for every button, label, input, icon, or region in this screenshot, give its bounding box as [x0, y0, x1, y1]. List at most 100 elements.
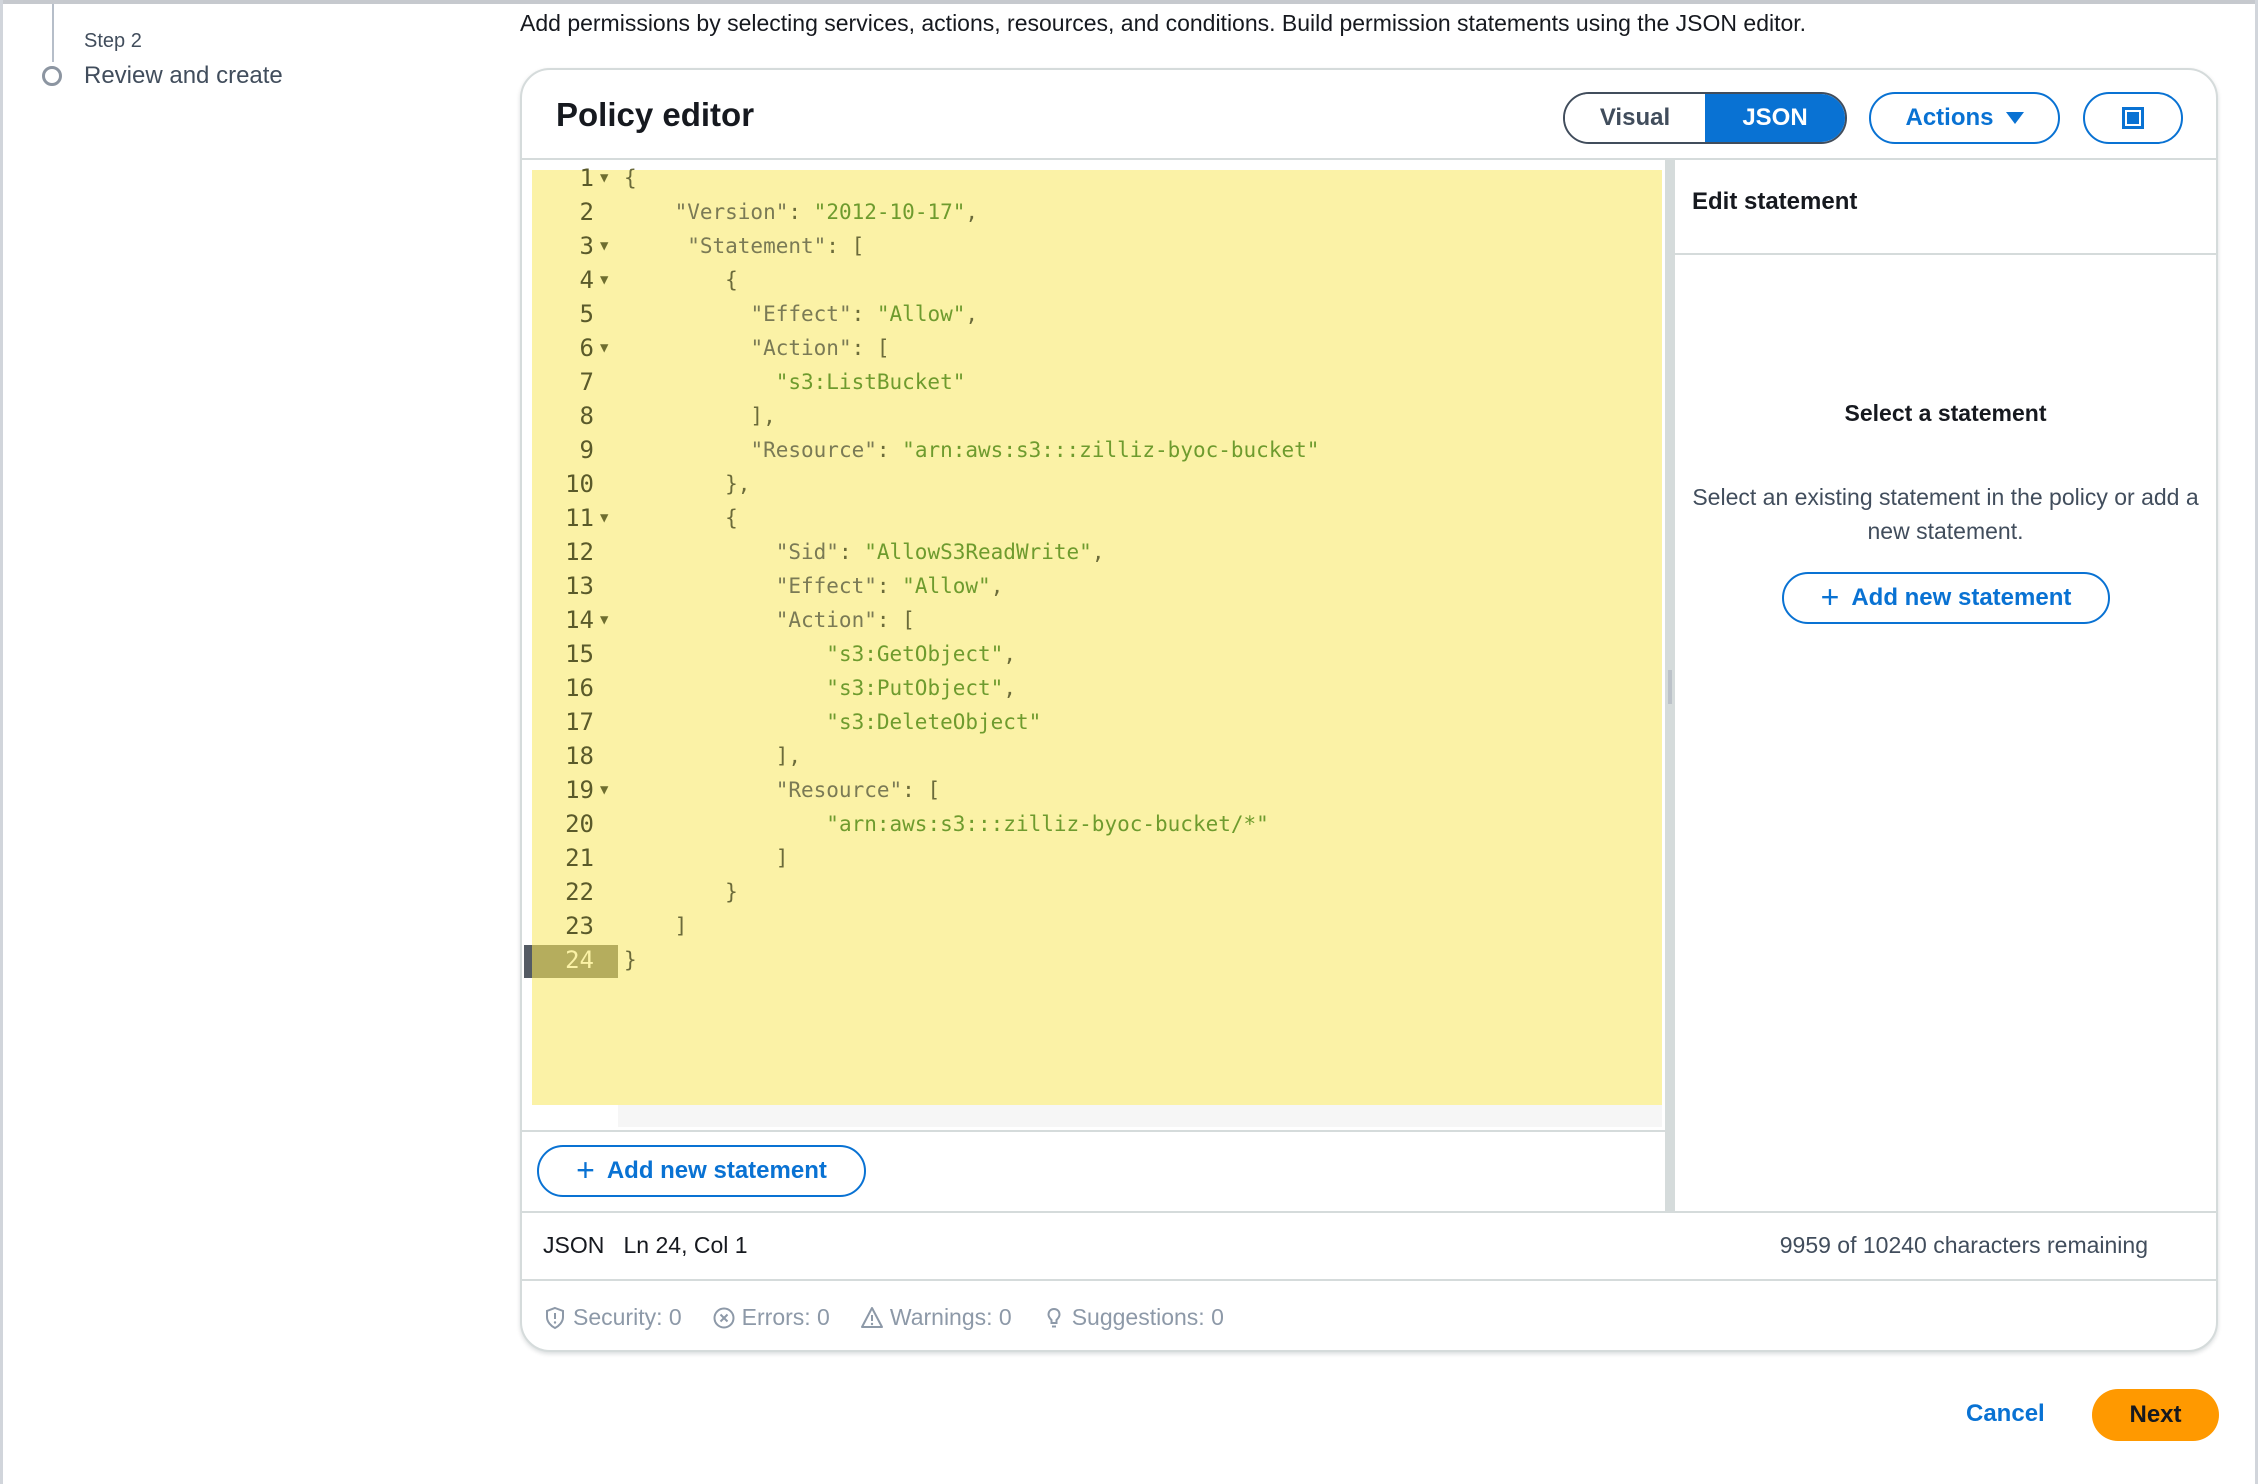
- window-left-border: [0, 0, 3, 1484]
- line-number: 14: [565, 606, 594, 634]
- language-indicator: JSON: [543, 1232, 605, 1258]
- line-number: 23: [565, 912, 594, 940]
- diagnostic-warnings-label: Warnings: 0: [889, 1304, 1012, 1330]
- status-bar-divider: [522, 1211, 2218, 1213]
- line-number: 15: [565, 640, 594, 668]
- code-line[interactable]: 11 ▼ {: [532, 501, 1662, 535]
- diagnostic-security[interactable]: Security: 0: [543, 1304, 682, 1331]
- next-button[interactable]: Next: [2092, 1389, 2219, 1441]
- caret-down-icon: [2005, 112, 2024, 124]
- code-line[interactable]: 3 ▼ "Statement": [: [532, 229, 1662, 263]
- code-line[interactable]: 22 }: [532, 875, 1662, 909]
- code-line[interactable]: 19 ▼ "Resource": [: [532, 773, 1662, 807]
- step-review-and-create[interactable]: Review and create: [84, 62, 283, 90]
- code-line[interactable]: 23 ]: [532, 909, 1662, 943]
- diagnostic-suggestions[interactable]: Suggestions: 0: [1042, 1304, 1224, 1331]
- diagnostic-errors[interactable]: Errors: 0: [712, 1304, 830, 1331]
- code-line[interactable]: 7 "s3:ListBucket": [532, 365, 1662, 399]
- code-line[interactable]: 9 "Resource": "arn:aws:s3:::zilliz-byoc-…: [532, 433, 1662, 467]
- shield-icon: [546, 1306, 564, 1329]
- code-line[interactable]: 15 "s3:GetObject",: [532, 637, 1662, 671]
- editor-status: JSON Ln 24, Col 1: [543, 1232, 748, 1259]
- code-text: }: [624, 880, 738, 904]
- mode-visual-button[interactable]: Visual: [1565, 94, 1705, 142]
- line-number: 7: [579, 368, 594, 396]
- code-text: "Resource": "arn:aws:s3:::zilliz-byoc-bu…: [750, 438, 1320, 462]
- warning-icon: [860, 1306, 883, 1328]
- editor-mode-toggle: Visual JSON: [1563, 92, 1847, 144]
- line-number: 19: [565, 776, 594, 804]
- line-number: 11: [565, 504, 594, 532]
- code-text: "s3:DeleteObject": [826, 710, 1042, 734]
- code-line[interactable]: 21 ]: [532, 841, 1662, 875]
- cursor-position: Ln 24, Col 1: [623, 1232, 748, 1258]
- code-line[interactable]: 1 ▼ {: [532, 161, 1662, 195]
- window-top-border: [0, 0, 2258, 4]
- diagnostics-bar: Security: 0 Errors: 0 Warnings: 0 Sugges…: [543, 1304, 1224, 1331]
- code-line[interactable]: 10 },: [532, 467, 1662, 501]
- code-line[interactable]: 13 "Effect": "Allow",: [532, 569, 1662, 603]
- fold-toggle-icon[interactable]: ▼: [600, 229, 608, 263]
- page-description: Add permissions by selecting services, a…: [520, 10, 1807, 36]
- code-text: "s3:GetObject",: [826, 642, 1016, 666]
- edit-statement-title: Edit statement: [1692, 188, 1858, 215]
- code-line[interactable]: 6 ▼ "Action": [: [532, 331, 1662, 365]
- line-number: 21: [565, 844, 594, 872]
- line-number: 12: [565, 538, 594, 566]
- diagnostic-errors-label: Errors: 0: [741, 1304, 830, 1330]
- code-line[interactable]: 18 ],: [532, 739, 1662, 773]
- mode-json-button[interactable]: JSON: [1705, 94, 1845, 142]
- code-text: "Action": [: [750, 336, 890, 360]
- code-text: {: [624, 268, 738, 292]
- fold-toggle-icon[interactable]: ▼: [600, 331, 608, 365]
- line-number: 1: [579, 164, 594, 192]
- diagnostic-warnings[interactable]: Warnings: 0: [860, 1304, 1012, 1331]
- code-line[interactable]: 14 ▼ "Action": [: [532, 603, 1662, 637]
- plus-icon: +: [1820, 578, 1840, 615]
- code-text: "s3:ListBucket": [775, 370, 966, 394]
- code-line[interactable]: 12 "Sid": "AllowS3ReadWrite",: [532, 535, 1662, 569]
- line-number: 8: [579, 402, 594, 430]
- code-text: {: [624, 166, 637, 190]
- add-new-statement-button[interactable]: + Add new statement: [537, 1145, 866, 1197]
- fold-toggle-icon[interactable]: ▼: [600, 603, 608, 637]
- line-number: 16: [565, 674, 594, 702]
- select-statement-description: Select an existing statement in the poli…: [1692, 484, 2199, 544]
- plus-icon: +: [576, 1151, 595, 1188]
- side-add-new-statement-button[interactable]: + Add new statement: [1782, 572, 2110, 624]
- code-line[interactable]: 2 "Version": "2012-10-17",: [532, 195, 1662, 229]
- line-number: 22: [565, 878, 594, 906]
- actions-label: Actions: [1905, 104, 1994, 131]
- code-text: "arn:aws:s3:::zilliz-byoc-bucket/*": [826, 812, 1269, 836]
- fold-toggle-icon[interactable]: ▼: [600, 773, 608, 807]
- fullscreen-button[interactable]: [2083, 92, 2183, 144]
- select-statement-heading: Select a statement: [1844, 400, 2047, 426]
- line-number: 9: [579, 436, 594, 464]
- code-text: "Resource": [: [775, 778, 941, 802]
- code-text: ]: [624, 914, 688, 938]
- side-panel-divider: [1675, 253, 2216, 255]
- code-line[interactable]: 16 "s3:PutObject",: [532, 671, 1662, 705]
- actions-dropdown-button[interactable]: Actions: [1869, 92, 2060, 144]
- resize-handle[interactable]: [1668, 670, 1672, 704]
- line-number: 17: [565, 708, 594, 736]
- cancel-button[interactable]: Cancel: [1966, 1400, 2045, 1428]
- fold-toggle-icon[interactable]: ▼: [600, 263, 608, 297]
- fold-toggle-icon[interactable]: ▼: [600, 501, 608, 535]
- lightbulb-icon: [1047, 1307, 1061, 1327]
- editor-bottom-padding: [618, 1105, 1662, 1127]
- code-line[interactable]: 5 "Effect": "Allow",: [532, 297, 1662, 331]
- code-line[interactable]: 4 ▼ {: [532, 263, 1662, 297]
- code-line[interactable]: 8 ],: [532, 399, 1662, 433]
- code-line[interactable]: 20 "arn:aws:s3:::zilliz-byoc-bucket/*": [532, 807, 1662, 841]
- add-statement-label: Add new statement: [606, 1157, 827, 1184]
- code-line[interactable]: 17 "s3:DeleteObject": [532, 705, 1662, 739]
- line-number: 10: [565, 470, 594, 498]
- code-text: }: [624, 948, 637, 972]
- step-status-circle-icon: [42, 66, 62, 86]
- code-text: "s3:PutObject",: [826, 676, 1016, 700]
- fold-toggle-icon[interactable]: ▼: [600, 161, 608, 195]
- code-line[interactable]: 24}: [532, 943, 1662, 977]
- code-text: "Sid": "AllowS3ReadWrite",: [775, 540, 1105, 564]
- code-text: },: [624, 472, 751, 496]
